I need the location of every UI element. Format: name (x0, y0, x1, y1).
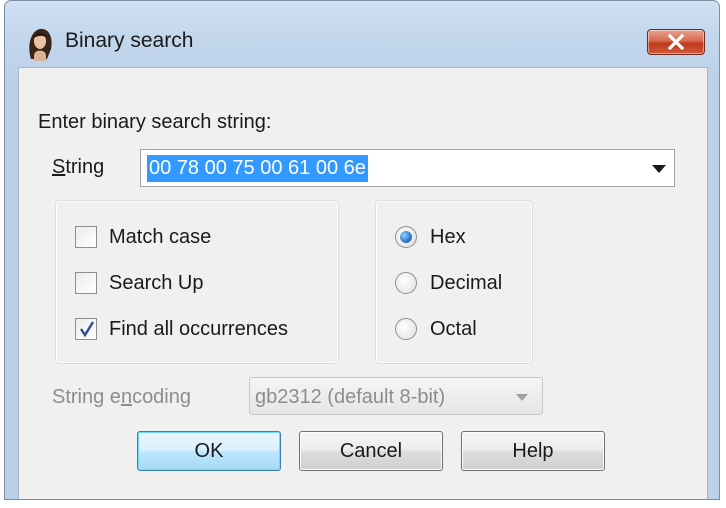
match-case-checkbox[interactable] (75, 226, 97, 248)
search-prompt-label: Enter binary search string: (38, 111, 272, 133)
match-case-label[interactable]: Match case (109, 226, 211, 249)
search-up-checkbox[interactable] (75, 272, 97, 294)
decimal-label[interactable]: Decimal (430, 272, 502, 295)
chevron-down-icon (516, 394, 528, 401)
dialog-window: Binary search Enter binary search string… (4, 0, 720, 500)
title-bar[interactable]: Binary search (5, 1, 719, 67)
find-all-occurrences-checkbox[interactable] (75, 318, 97, 340)
find-all-occurrences-label[interactable]: Find all occurrences (109, 318, 288, 341)
decimal-radio[interactable] (395, 272, 417, 294)
close-icon (667, 34, 685, 50)
hex-radio[interactable] (395, 226, 417, 248)
string-encoding-label: String encoding (52, 386, 191, 409)
encoding-label-post: coding (132, 386, 191, 408)
cancel-button[interactable]: Cancel (299, 431, 443, 471)
ok-button[interactable]: OK (137, 431, 281, 471)
string-label-rest: tring (65, 156, 105, 178)
string-label-accelerator: S (52, 156, 66, 178)
encoding-label-pre: String e (52, 386, 121, 408)
help-button[interactable]: Help (461, 431, 605, 471)
chevron-down-icon[interactable] (652, 165, 666, 173)
woman-portrait-icon (29, 28, 52, 61)
hex-label[interactable]: Hex (430, 226, 466, 249)
encoding-label-accelerator: n (120, 386, 133, 408)
checkmark-icon (80, 321, 95, 338)
octal-radio[interactable] (395, 318, 417, 340)
dialog-body: Enter binary search string: String 00 78… (18, 67, 708, 499)
radio-selected-dot (400, 231, 412, 243)
octal-label[interactable]: Octal (430, 318, 477, 341)
string-encoding-combobox[interactable]: gb2312 (default 8-bit) (249, 377, 543, 415)
search-up-label[interactable]: Search Up (109, 272, 204, 295)
search-string-value[interactable]: 00 78 00 75 00 61 00 6e (147, 155, 368, 182)
search-string-combobox[interactable]: 00 78 00 75 00 61 00 6e (140, 149, 675, 187)
string-encoding-value: gb2312 (default 8-bit) (255, 386, 446, 408)
window-title: Binary search (65, 29, 194, 52)
string-label: String (52, 156, 104, 179)
close-button[interactable] (647, 29, 705, 55)
